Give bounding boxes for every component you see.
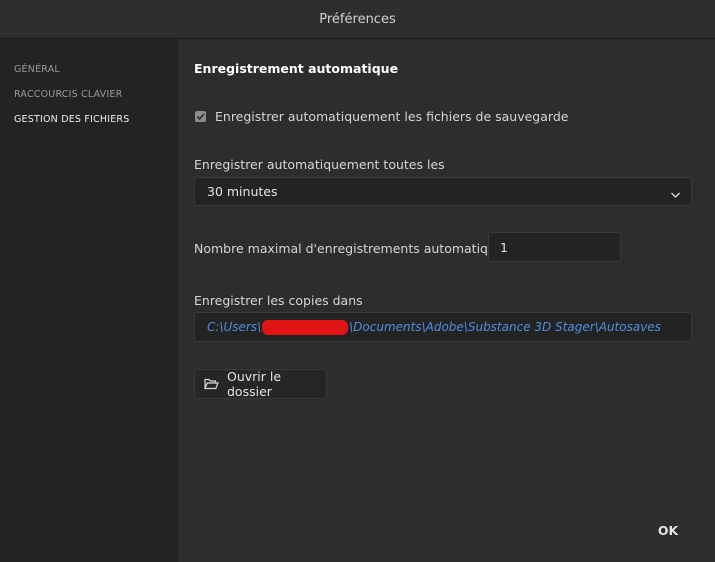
autosave-enable-checkbox[interactable] [195,111,206,122]
sidebar: GÉNÉRAL RACCOURCIS CLAVIER GESTION DES F… [0,39,178,562]
ok-button[interactable]: OK [640,518,696,542]
interval-select-value: 30 minutes [207,184,278,199]
location-label: Enregistrer les copies dans [194,293,363,308]
open-folder-label: Ouvrir le dossier [227,369,282,399]
folder-open-icon [204,378,219,390]
interval-select[interactable]: 30 minutes [194,177,692,206]
chevron-down-icon [670,187,681,202]
sidebar-item-general[interactable]: GÉNÉRAL [14,64,60,75]
content-panel: Enregistrement automatique Enregistrer a… [178,39,715,562]
autosave-path-field[interactable]: C:\Users\ \Documents\Adobe\Substance 3D … [194,312,692,342]
sidebar-item-file-management[interactable]: GESTION DES FICHIERS [14,114,129,125]
window-title: Préférences [319,11,396,27]
window-titlebar: Préférences [0,0,715,39]
max-autosaves-input[interactable]: 1 [488,232,621,262]
open-folder-button[interactable]: Ouvrir le dossier [194,369,327,399]
sidebar-item-keyboard-shortcuts[interactable]: RACCOURCIS CLAVIER [14,89,122,100]
check-icon [196,113,205,121]
section-title: Enregistrement automatique [194,61,399,76]
autosave-enable-row[interactable]: Enregistrer automatiquement les fichiers… [195,109,568,124]
max-autosaves-label: Nombre maximal d'enregistrements automat… [194,241,511,256]
interval-label: Enregistrer automatiquement toutes les [194,157,445,172]
autosave-path-suffix: \Documents\Adobe\Substance 3D Stager\Aut… [349,320,661,334]
autosave-enable-label: Enregistrer automatiquement les fichiers… [215,109,569,124]
redaction-mark [262,319,349,335]
max-autosaves-value: 1 [500,239,508,255]
preferences-window: Préférences GÉNÉRAL RACCOURCIS CLAVIER G… [0,0,715,562]
autosave-path-prefix: C:\Users\ [207,320,262,334]
